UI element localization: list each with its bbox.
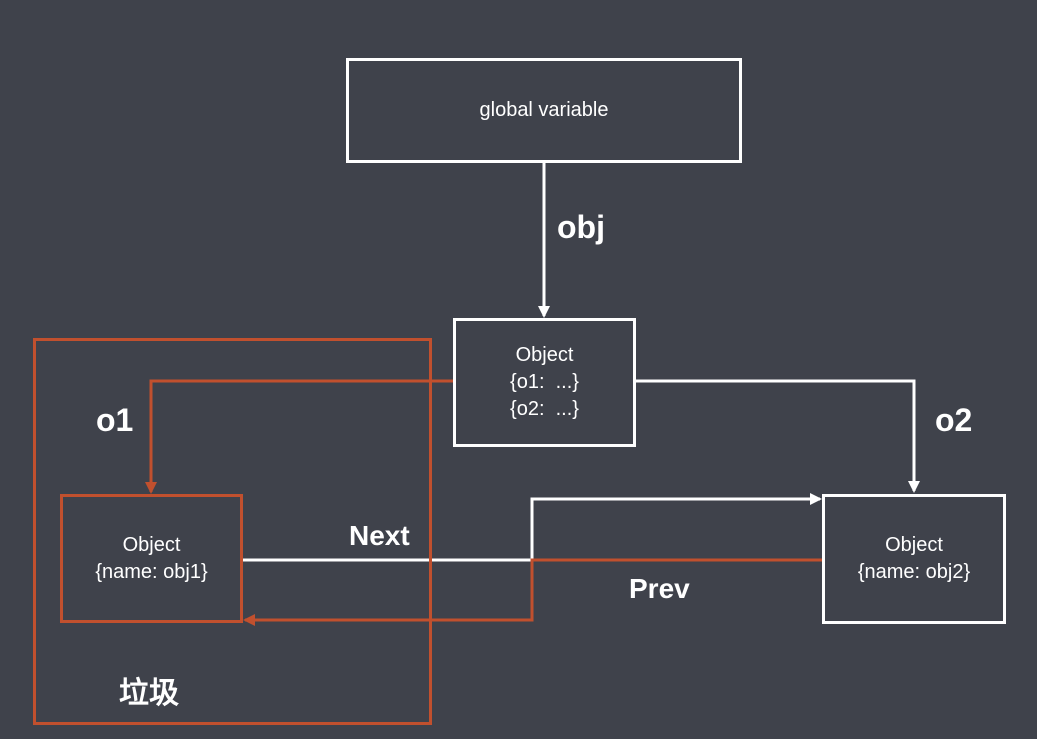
edge-o2: [636, 379, 920, 493]
node-obj1-line1: {name: obj1}: [95, 560, 208, 583]
node-root-title: Object: [515, 344, 574, 366]
edge-label-next: Next: [349, 520, 410, 551]
node-root-object: Object {o1: ...} {o2: ...}: [453, 318, 636, 447]
garbage-zone-label: 垃圾: [119, 676, 179, 711]
node-obj1-title: Object: [122, 533, 181, 556]
edge-label-o2: o2: [935, 402, 973, 438]
node-global-variable: global variable: [346, 58, 742, 163]
diagram-canvas: global variable Object {o1: ...} {o2: ..…: [0, 0, 1037, 739]
edge-label-obj: obj: [557, 209, 605, 245]
node-obj2-title: Object: [885, 534, 943, 556]
node-obj2-line1: {name: obj2}: [857, 561, 971, 583]
edge-label-o1: o1: [96, 402, 134, 438]
edge-label-prev: Prev: [629, 573, 690, 604]
node-global-label: global variable: [479, 99, 609, 121]
node-root-line1: {o1: ...}: [510, 371, 579, 393]
node-root-line2: {o2: ...}: [510, 398, 579, 420]
node-obj2: Object {name: obj2}: [822, 494, 1006, 624]
node-obj1: Object {name: obj1}: [60, 494, 243, 623]
